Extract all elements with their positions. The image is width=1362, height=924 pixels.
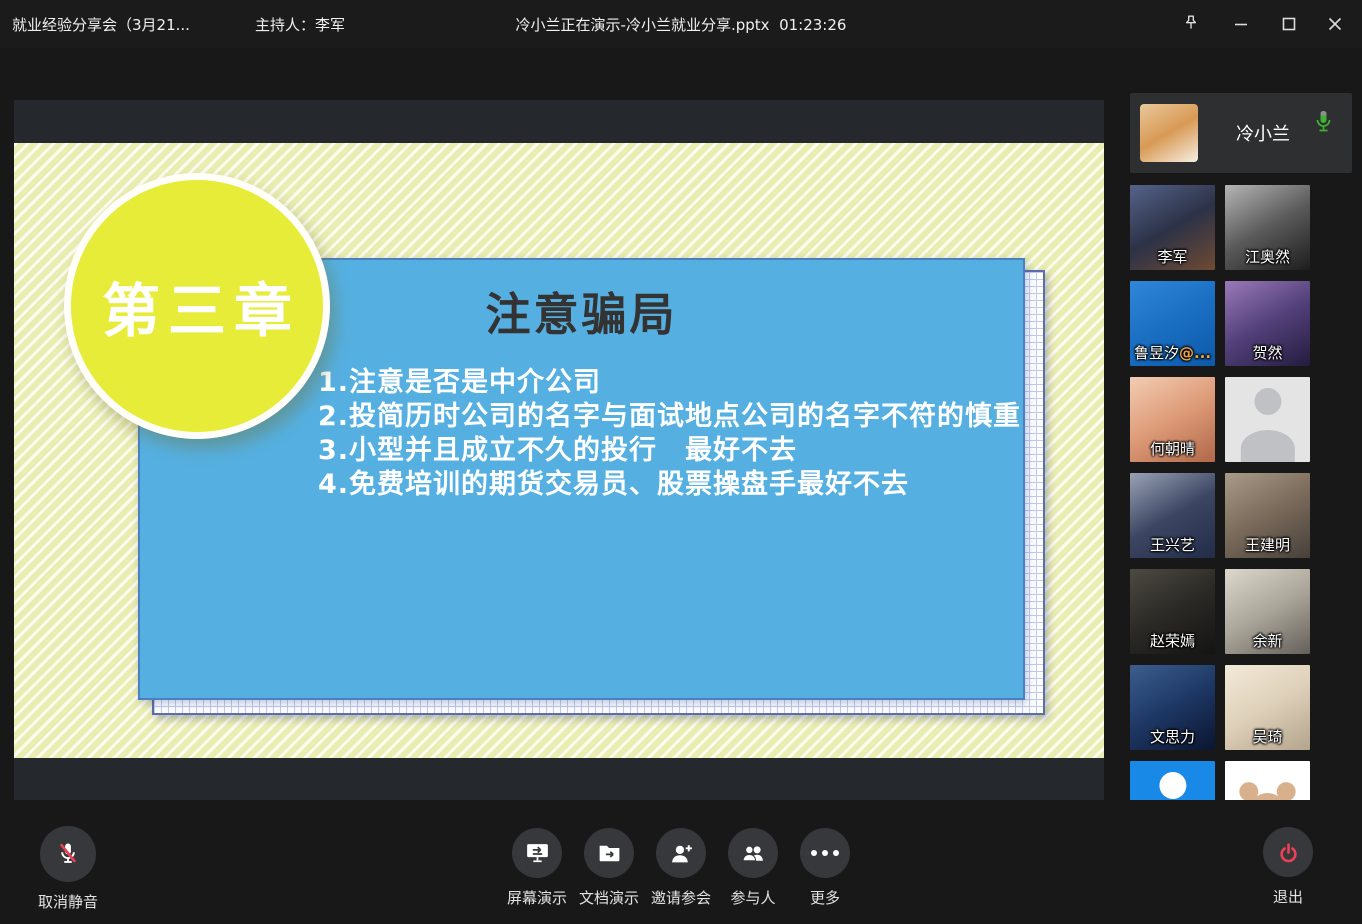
screen-share-icon	[512, 828, 562, 878]
presenting-title: 冷小兰正在演示-冷小兰就业分享.pptx 01:23:26	[0, 14, 1362, 35]
participant-name: 江奥然	[1225, 246, 1310, 267]
participant-name: 余新	[1225, 630, 1310, 651]
participant-tile[interactable]: 赵荣嫣	[1130, 569, 1215, 654]
slide-point: 3.小型并且成立不久的投行 最好不去	[318, 434, 1021, 468]
bottom-control-bar: 取消静音 屏幕演示 文档演示	[0, 800, 1362, 924]
mic-muted-icon	[40, 826, 96, 882]
chapter-badge: 第三章	[64, 173, 330, 439]
participant-tile[interactable]: 王兴艺	[1130, 473, 1215, 558]
slide-point: 2.投简历时公司的名字与面试地点公司的名字不符的慎重	[318, 400, 1021, 434]
speaker-avatar	[1140, 104, 1198, 162]
attendees-button[interactable]: 参与人	[717, 828, 789, 908]
doc-share-button[interactable]: 文档演示	[573, 828, 645, 908]
titlebar: 就业经验分享会（3月21... 主持人：李军 冷小兰正在演示-冷小兰就业分享.p…	[0, 0, 1362, 48]
people-icon	[728, 828, 778, 878]
participant-tile[interactable]: 贺然	[1225, 281, 1310, 366]
participant-name: 贺然	[1225, 342, 1310, 363]
invite-button[interactable]: 邀请参会	[645, 828, 717, 908]
exit-label: 退出	[1273, 886, 1303, 907]
doc-share-label: 文档演示	[579, 887, 639, 908]
mic-active-icon	[1315, 109, 1332, 141]
center-button-group: 屏幕演示 文档演示 邀请参会	[501, 828, 861, 908]
screen-share-button[interactable]: 屏幕演示	[501, 828, 573, 908]
attendees-label: 参与人	[730, 887, 775, 908]
slide-points: 1.注意是否是中介公司2.投简历时公司的名字与面试地点公司的名字不符的慎重3.小…	[318, 366, 1021, 502]
slide-point: 4.免费培训的期货交易员、股票操盘手最好不去	[318, 468, 1021, 502]
speaker-name: 冷小兰	[1208, 93, 1318, 173]
participant-tile[interactable]: 鲁昱汐@...	[1130, 281, 1215, 366]
participant-name: 赵荣嫣	[1130, 630, 1215, 651]
unmute-button[interactable]: 取消静音	[34, 826, 102, 912]
participant-name: 李军	[1130, 246, 1215, 267]
meeting-app-window: { "titlebar": { "meeting_title": "就业经验分享…	[0, 0, 1362, 924]
more-label: 更多	[810, 887, 840, 908]
screen-share-label: 屏幕演示	[507, 887, 567, 908]
meeting-title: 就业经验分享会（3月21...	[12, 14, 190, 35]
participant-name: 文思力	[1130, 726, 1215, 747]
participant-name: 刘思思	[1225, 438, 1310, 459]
participant-name: 吴琦	[1225, 726, 1310, 747]
slide-point: 1.注意是否是中介公司	[318, 366, 1021, 400]
participant-tile[interactable]: 刘思思	[1225, 377, 1310, 462]
participant-tile[interactable]: 李军	[1130, 185, 1215, 270]
participant-tile[interactable]: 文思力	[1130, 665, 1215, 750]
more-button[interactable]: 更多	[789, 828, 861, 908]
unmute-label: 取消静音	[38, 891, 98, 912]
doc-share-icon	[584, 828, 634, 878]
participant-tile[interactable]: 余新	[1225, 569, 1310, 654]
meeting-timer: 01:23:26	[779, 16, 846, 34]
more-dots-icon	[800, 828, 850, 878]
participant-tile[interactable]: 吴琦	[1225, 665, 1310, 750]
close-button[interactable]	[1322, 11, 1348, 37]
participant-grid: 李军江奥然鲁昱汐@... 贺然何朝晴刘思思王兴艺王建明赵荣嫣余新文思力吴琦	[1130, 185, 1311, 818]
exit-button[interactable]: 退出	[1262, 827, 1314, 907]
chapter-badge-text: 第三章	[94, 264, 300, 348]
power-icon	[1263, 827, 1313, 877]
host-label: 主持人：李军	[255, 14, 345, 35]
maximize-button[interactable]	[1276, 11, 1302, 37]
pin-icon[interactable]	[1178, 11, 1204, 37]
invite-label: 邀请参会	[651, 887, 711, 908]
participant-name: 王建明	[1225, 534, 1310, 555]
participant-tile[interactable]: 王建明	[1225, 473, 1310, 558]
participant-name-suffix: @...	[1179, 344, 1211, 362]
active-speaker-tile[interactable]: 冷小兰	[1130, 93, 1352, 173]
participant-tile[interactable]: 江奥然	[1225, 185, 1310, 270]
slide-canvas: 注意骗局 1.注意是否是中介公司2.投简历时公司的名字与面试地点公司的名字不符的…	[14, 143, 1104, 758]
participant-name: 王兴艺	[1130, 534, 1215, 555]
participant-name: 何朝晴	[1130, 438, 1215, 459]
presenting-text: 冷小兰正在演示-冷小兰就业分享.pptx	[516, 16, 770, 34]
participant-name: 鲁昱汐@...	[1130, 342, 1215, 363]
invite-person-icon	[656, 828, 706, 878]
participant-tile[interactable]: 何朝晴	[1130, 377, 1215, 462]
presentation-stage: 注意骗局 1.注意是否是中介公司2.投简历时公司的名字与面试地点公司的名字不符的…	[14, 100, 1104, 800]
minimize-button[interactable]	[1228, 11, 1254, 37]
